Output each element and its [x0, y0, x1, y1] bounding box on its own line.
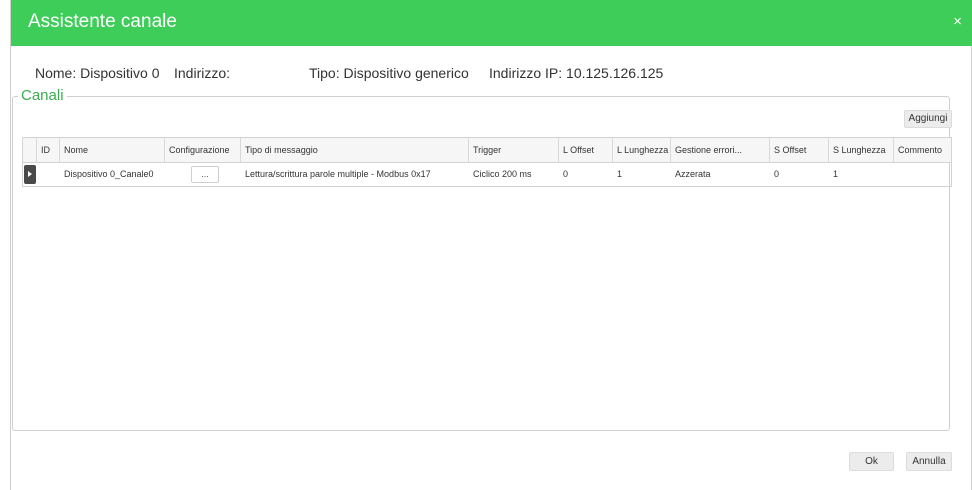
- close-icon[interactable]: ×: [953, 14, 962, 30]
- add-channel-button[interactable]: Aggiungi: [904, 110, 952, 128]
- device-type-label: Tipo: Dispositivo generico: [309, 65, 469, 81]
- cell-tipo-messaggio: Lettura/scrittura parole multiple - Modb…: [245, 169, 431, 179]
- header-id[interactable]: ID: [37, 138, 60, 162]
- cell-gestione-errori: Azzerata: [675, 169, 711, 179]
- header-s-offset[interactable]: S Offset: [770, 138, 829, 162]
- header-nome[interactable]: Nome: [60, 138, 165, 162]
- cell-id: [37, 163, 60, 186]
- header-configurazione[interactable]: Configurazione: [165, 138, 241, 162]
- cell-trigger: Ciclico 200 ms: [473, 169, 532, 179]
- header-gestione-errori[interactable]: Gestione errori...: [671, 138, 770, 162]
- dialog-title: Assistente canale: [28, 11, 177, 32]
- header-l-offset[interactable]: L Offset: [559, 138, 613, 162]
- header-s-lunghezza[interactable]: S Lunghezza: [829, 138, 894, 162]
- table-row[interactable]: Dispositivo 0_Canale0 ... Lettura/scritt…: [23, 163, 951, 186]
- cancel-button[interactable]: Annulla: [906, 452, 952, 471]
- cell-s-offset: 0: [774, 169, 780, 179]
- cell-s-lunghezza: 1: [833, 169, 839, 179]
- table-header: ID Nome Configurazione Tipo di messaggio…: [23, 138, 951, 163]
- device-address-label: Indirizzo:: [174, 65, 231, 81]
- device-name-label: Nome: Dispositivo 0: [35, 65, 160, 81]
- header-tipo-messaggio[interactable]: Tipo di messaggio: [241, 138, 469, 162]
- channels-legend: Canali: [18, 87, 67, 104]
- row-selector-arrow-icon[interactable]: [24, 165, 36, 184]
- dialog-titlebar: Assistente canale ×: [11, 0, 972, 46]
- header-l-lunghezza[interactable]: L Lunghezza: [613, 138, 671, 162]
- header-selector: [23, 138, 37, 162]
- cell-commento: [894, 163, 951, 186]
- header-trigger[interactable]: Trigger: [469, 138, 559, 162]
- device-ip-label: Indirizzo IP: 10.125.126.125: [489, 65, 664, 81]
- configure-button[interactable]: ...: [191, 166, 219, 183]
- channels-table: ID Nome Configurazione Tipo di messaggio…: [22, 137, 952, 187]
- cell-nome: Dispositivo 0_Canale0: [64, 169, 154, 179]
- ok-button[interactable]: Ok: [849, 452, 894, 471]
- header-commento[interactable]: Commento: [894, 138, 951, 162]
- cell-l-offset: 0: [563, 169, 569, 179]
- cell-l-lunghezza: 1: [617, 169, 623, 179]
